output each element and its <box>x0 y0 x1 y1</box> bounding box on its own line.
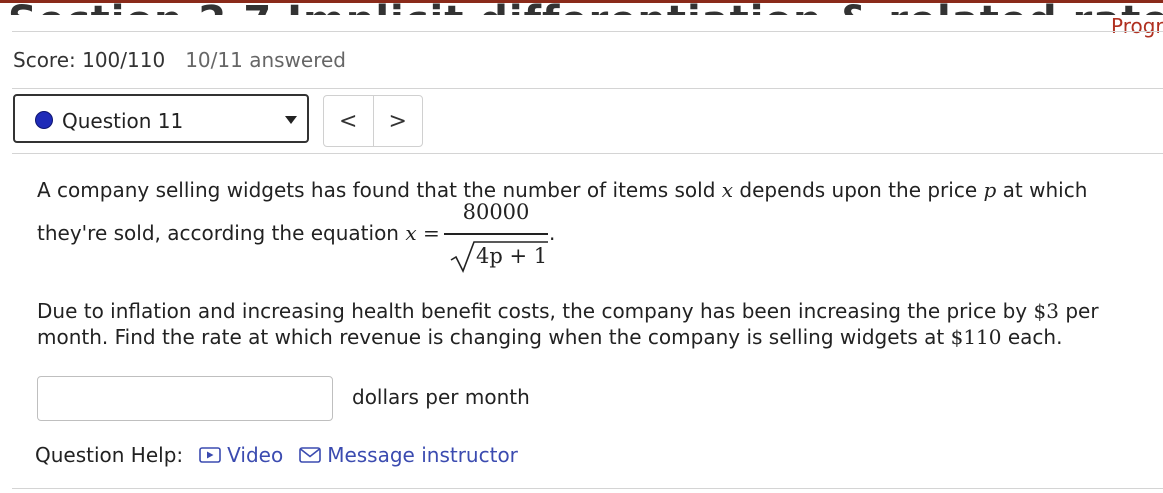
divider <box>12 153 1163 154</box>
envelope-icon <box>299 447 322 463</box>
equation-period: . <box>549 221 556 245</box>
math-price-value: $110 <box>950 325 1002 349</box>
fraction-denominator: 4p + 1 <box>444 240 548 274</box>
math-price-increase: $3 <box>1033 299 1059 323</box>
math-var-x: x <box>405 221 417 245</box>
score-summary: Score: 100/110 10/11 answered <box>13 48 346 72</box>
problem-para-2-line-1: Due to inflation and increasing health b… <box>37 299 1099 323</box>
problem-text: A company selling widgets has found that… <box>37 178 716 202</box>
problem-text: each. <box>1007 325 1063 349</box>
score-label: Score: 100/110 <box>13 48 166 72</box>
problem-text: Due to inflation and increasing health b… <box>37 299 1028 323</box>
fraction-numerator: 80000 <box>462 200 530 224</box>
problem-text: depends upon the price <box>739 178 978 202</box>
question-status-dot <box>35 111 53 129</box>
problem-text: at which <box>1002 178 1088 202</box>
video-link-label: Video <box>227 443 284 467</box>
problem-line-2: they're sold, according the equation x = <box>37 221 440 245</box>
problem-line-1: A company selling widgets has found that… <box>37 178 1087 202</box>
question-nav: < > <box>323 95 423 147</box>
answer-units: dollars per month <box>352 385 530 409</box>
section-title: Section 2.7 Implicit differentiation & r… <box>8 0 1163 44</box>
sqrt-radicand: 4p + 1 <box>476 244 548 268</box>
divider <box>12 88 1163 89</box>
divider <box>12 31 1163 32</box>
message-instructor-label: Message instructor <box>327 443 518 467</box>
math-equals: = <box>422 221 440 245</box>
question-help-label: Question Help: <box>35 443 184 467</box>
problem-para-2-line-2: month. Find the rate at which revenue is… <box>37 325 1062 349</box>
divider <box>12 488 1163 489</box>
question-select-label: Question 11 <box>62 109 184 133</box>
message-instructor-link[interactable]: Message instructor <box>299 443 518 467</box>
problem-text: they're sold, according the equation <box>37 221 399 245</box>
problem-text: per <box>1065 299 1099 323</box>
question-select[interactable]: Question 11 <box>13 94 309 143</box>
progress-link[interactable]: Progr <box>1111 14 1163 38</box>
next-question-button[interactable]: > <box>374 96 423 146</box>
video-link[interactable]: Video <box>199 443 283 467</box>
answered-count: 10/11 answered <box>185 48 346 72</box>
caret-down-icon <box>285 116 297 124</box>
answer-input[interactable] <box>37 376 333 421</box>
video-icon <box>199 447 221 463</box>
math-var-p: p <box>983 178 997 202</box>
previous-question-button[interactable]: < <box>324 96 374 146</box>
question-help: Question Help: Video Message instructor <box>35 443 518 467</box>
fraction-bar <box>444 233 548 235</box>
math-var-x: x <box>721 178 734 202</box>
problem-text: month. Find the rate at which revenue is… <box>37 325 945 349</box>
